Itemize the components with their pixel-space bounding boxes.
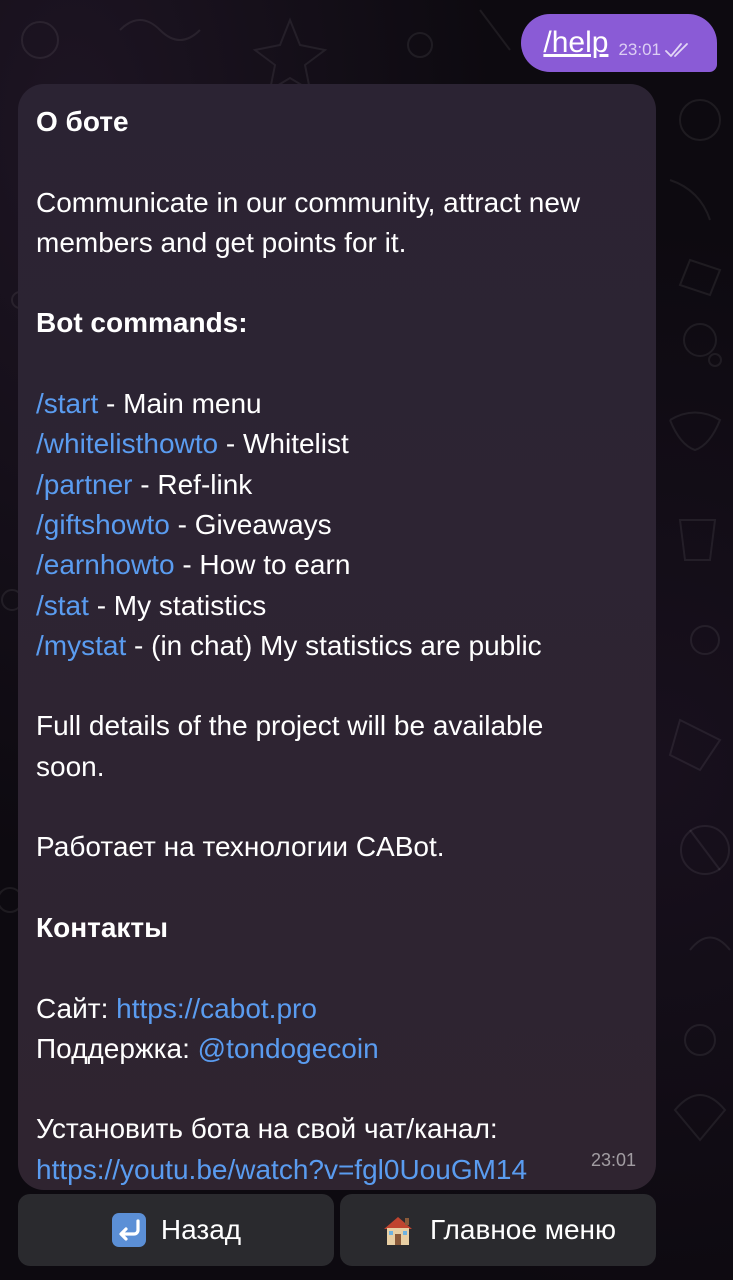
command-link-mystat[interactable]: /mystat <box>36 630 126 661</box>
main-menu-button[interactable]: Главное меню <box>340 1194 656 1266</box>
command-link-start[interactable]: /start <box>36 388 98 419</box>
message-title: О боте <box>36 106 129 137</box>
powered-by-text: Работает на технологии CABot. <box>36 831 445 863</box>
command-desc: - Giveaways <box>169 508 332 540</box>
bot-message-bubble: О боте Communicate in our community, att… <box>18 84 656 1190</box>
command-link-earnhowto[interactable]: /earnhowto <box>36 549 175 580</box>
support-link[interactable]: @tondogecoin <box>198 1033 379 1064</box>
command-desc: - Main menu <box>98 388 262 420</box>
message-intro-line-1: Communicate in our community, attract ne… <box>36 186 581 218</box>
main-menu-button-label: Главное меню <box>429 1214 617 1245</box>
outgoing-message-time: 23:01 <box>618 40 661 59</box>
site-row: Сайт: https://cabot.pro <box>36 989 638 1029</box>
back-button[interactable]: Назад <box>18 1194 334 1266</box>
support-label: Поддержка: <box>36 1032 198 1064</box>
command-row-mystat: /mystat - (in chat) My statistics are pu… <box>36 626 638 666</box>
install-link[interactable]: https://youtu.be/watch?v=fgl0UouGM14 <box>36 1154 527 1185</box>
command-row-start: /start - Main menu <box>36 384 638 424</box>
command-desc: - How to earn <box>174 549 351 581</box>
message-intro-line-2: members and get points for it. <box>36 226 407 258</box>
back-button-label: Назад <box>160 1214 242 1245</box>
command-link-giftshowto[interactable]: /giftshowto <box>36 509 170 540</box>
contacts-heading: Контакты <box>36 911 169 943</box>
outgoing-message-bubble[interactable]: /help 23:01 <box>521 14 717 72</box>
command-row-earn: /earnhowto - How to earn <box>36 545 638 585</box>
details-line-2: soon. <box>36 750 105 782</box>
outgoing-message-meta: 23:01 <box>618 40 691 60</box>
install-label: Установить бота на свой чат/канал: <box>36 1113 498 1145</box>
command-link-stat[interactable]: /stat <box>36 590 89 621</box>
command-row-stat: /stat - My statistics <box>36 586 638 626</box>
command-row-whitelist: /whitelisthowto - Whitelist <box>36 424 638 464</box>
install-row: https://youtu.be/watch?v=fgl0UouGM14 <box>36 1150 638 1190</box>
bot-message-time: 23:01 <box>590 1149 636 1170</box>
outgoing-message-text[interactable]: /help <box>543 26 608 60</box>
return-arrow-icon <box>111 1213 146 1247</box>
double-check-icon <box>665 43 688 57</box>
command-link-partner[interactable]: /partner <box>36 469 133 500</box>
command-link-whitelisthowto[interactable]: /whitelisthowto <box>36 428 218 459</box>
command-desc: - Whitelist <box>218 428 349 460</box>
support-row: Поддержка: @tondogecoin <box>36 1029 638 1069</box>
house-icon <box>383 1217 412 1245</box>
command-row-gifts: /giftshowto - Giveaways <box>36 505 638 545</box>
inline-keyboard: Назад Главное меню <box>18 1194 656 1266</box>
site-link[interactable]: https://cabot.pro <box>116 993 317 1024</box>
chat-view: /help 23:01 О боте Communicate in our co… <box>0 0 733 1280</box>
command-desc: - My statistics <box>88 589 267 621</box>
command-row-partner: /partner - Ref-link <box>36 465 638 505</box>
command-desc: - (in chat) My statistics are public <box>126 629 542 661</box>
details-line-1: Full details of the project will be avai… <box>36 710 544 742</box>
command-desc: - Ref-link <box>132 468 253 500</box>
commands-heading: Bot commands: <box>36 307 248 339</box>
site-label: Сайт: <box>36 992 117 1024</box>
